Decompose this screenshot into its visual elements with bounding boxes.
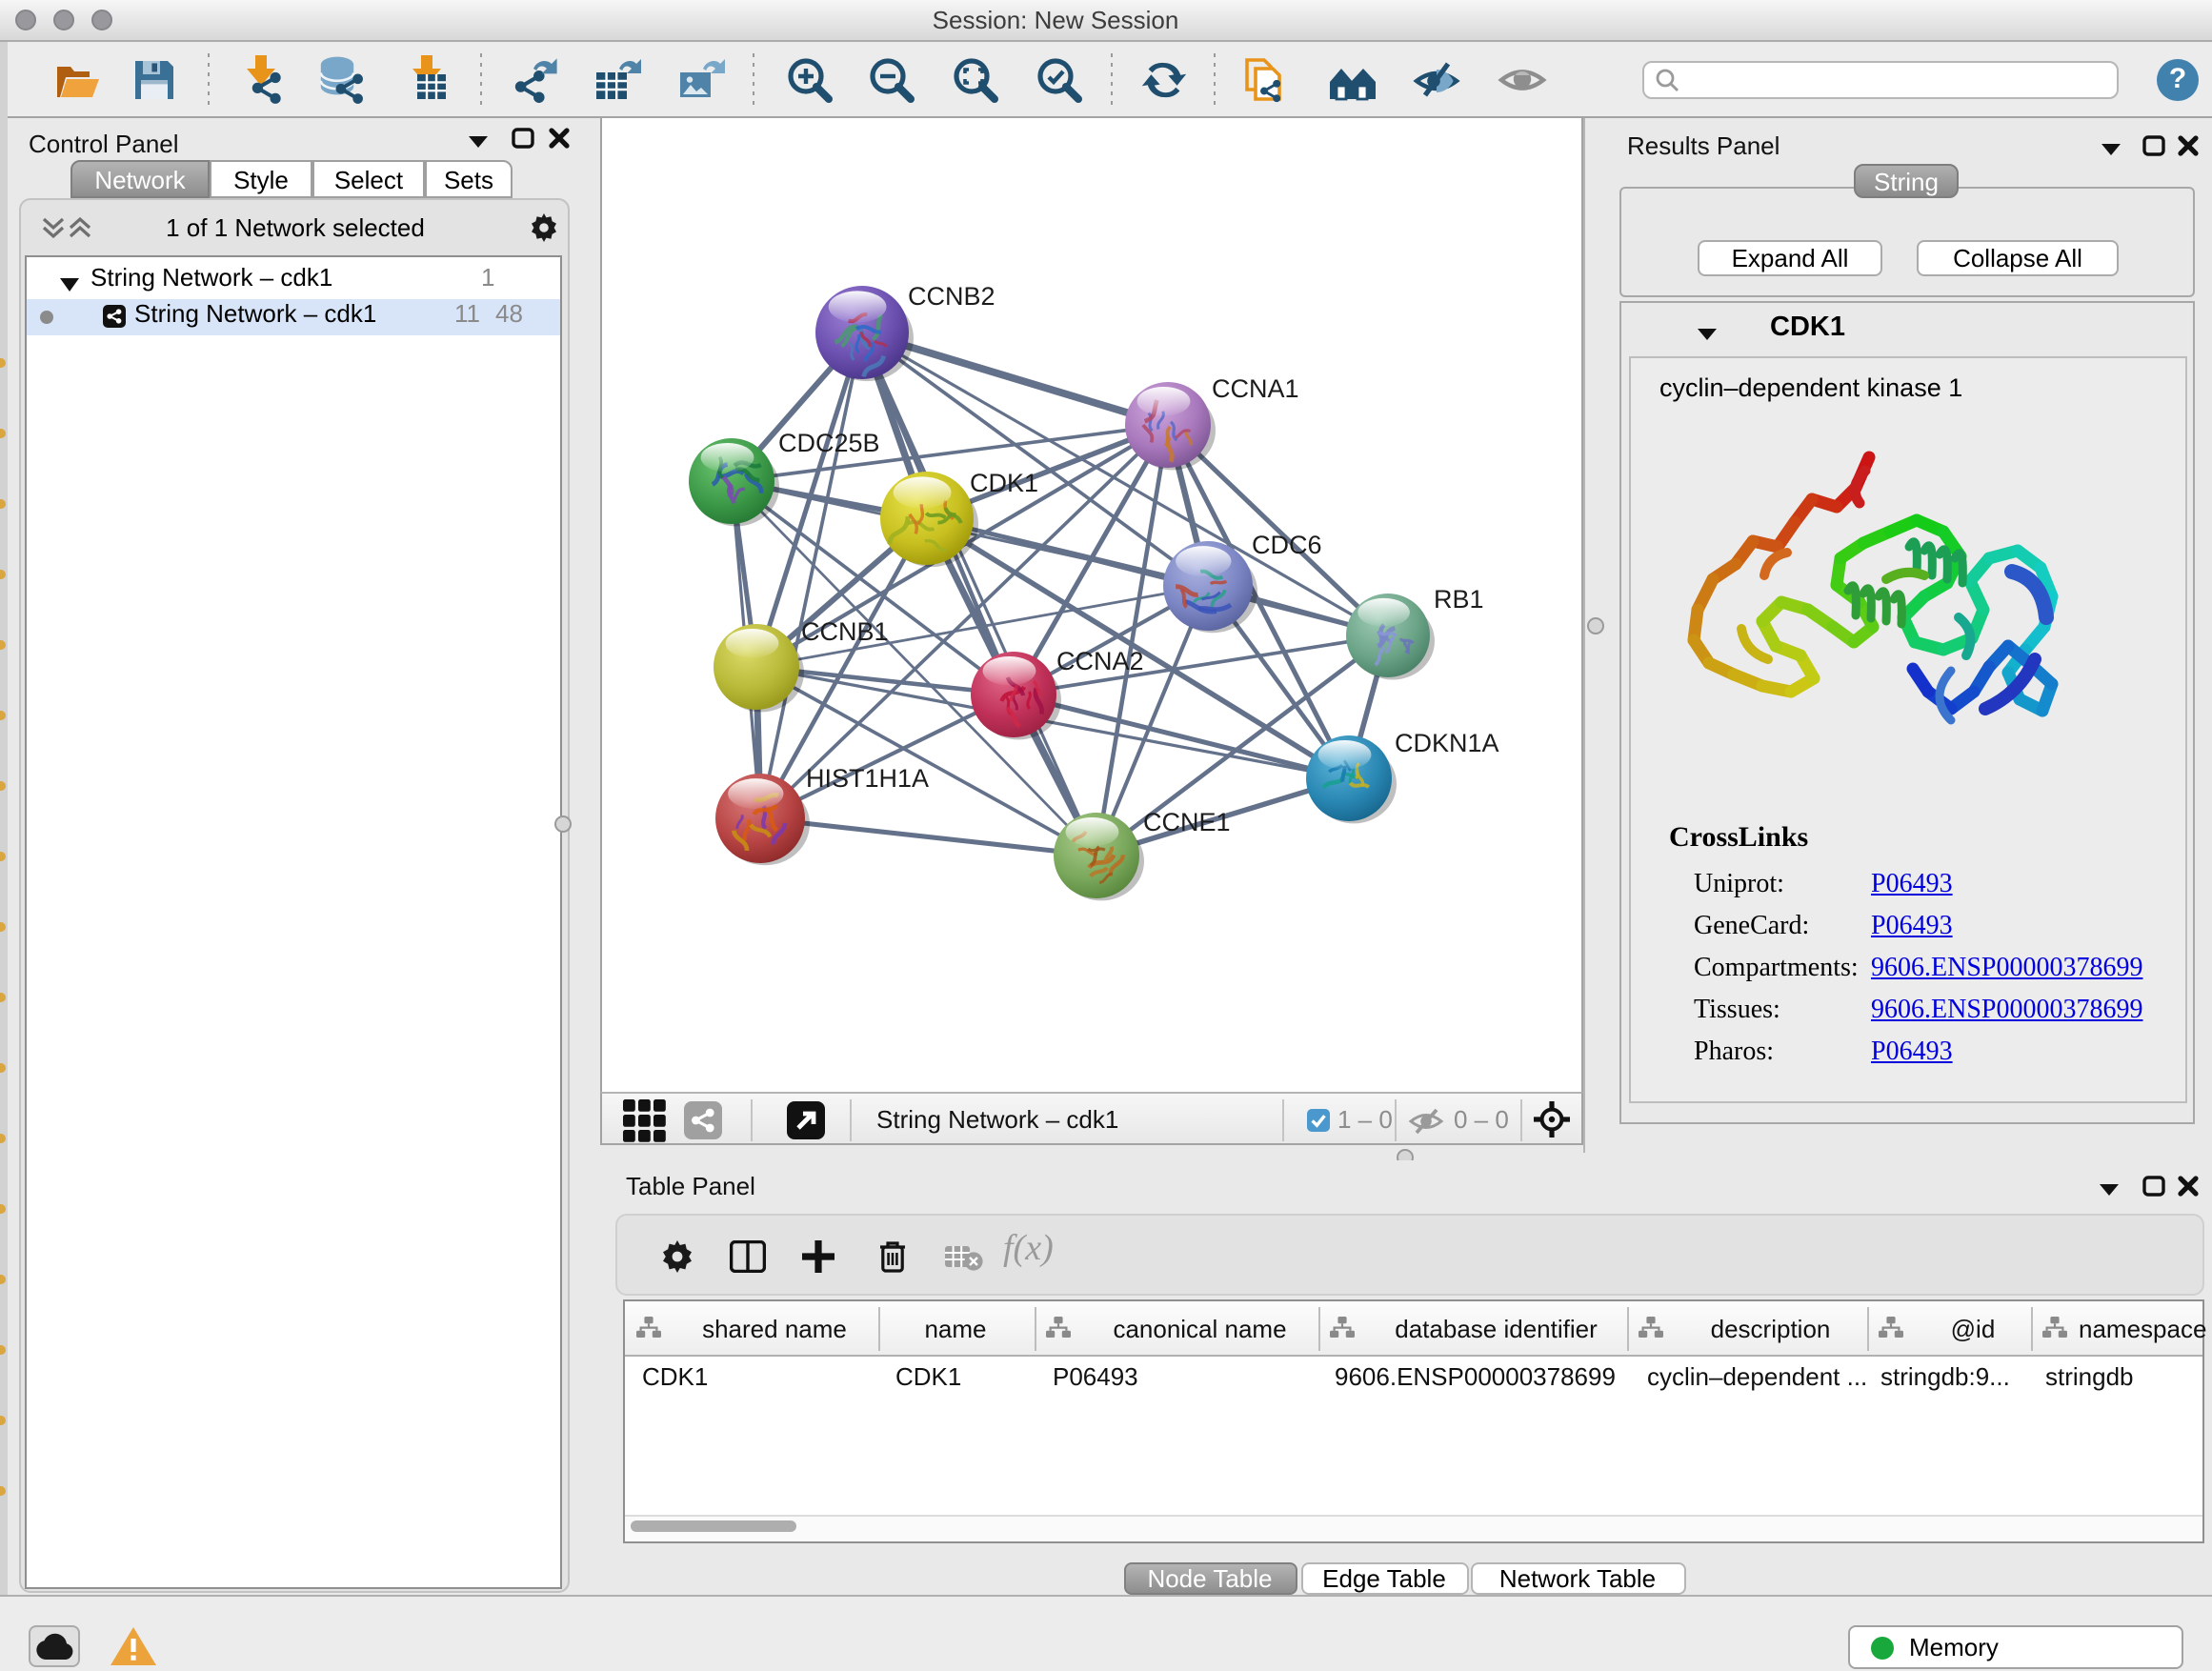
svg-text:RB1: RB1 [1434,585,1484,614]
svg-text:CDC6: CDC6 [1252,531,1322,559]
svg-text:CCNA1: CCNA1 [1212,374,1299,403]
svg-text:CDK1: CDK1 [970,469,1038,497]
svg-text:CDKN1A: CDKN1A [1395,729,1499,757]
svg-text:CCNB1: CCNB1 [801,617,889,646]
svg-text:CCNA2: CCNA2 [1056,647,1144,675]
svg-text:CDC25B: CDC25B [778,429,880,457]
svg-text:CCNE1: CCNE1 [1143,808,1231,836]
svg-text:CCNB2: CCNB2 [908,282,995,311]
svg-text:HIST1H1A: HIST1H1A [806,764,929,793]
